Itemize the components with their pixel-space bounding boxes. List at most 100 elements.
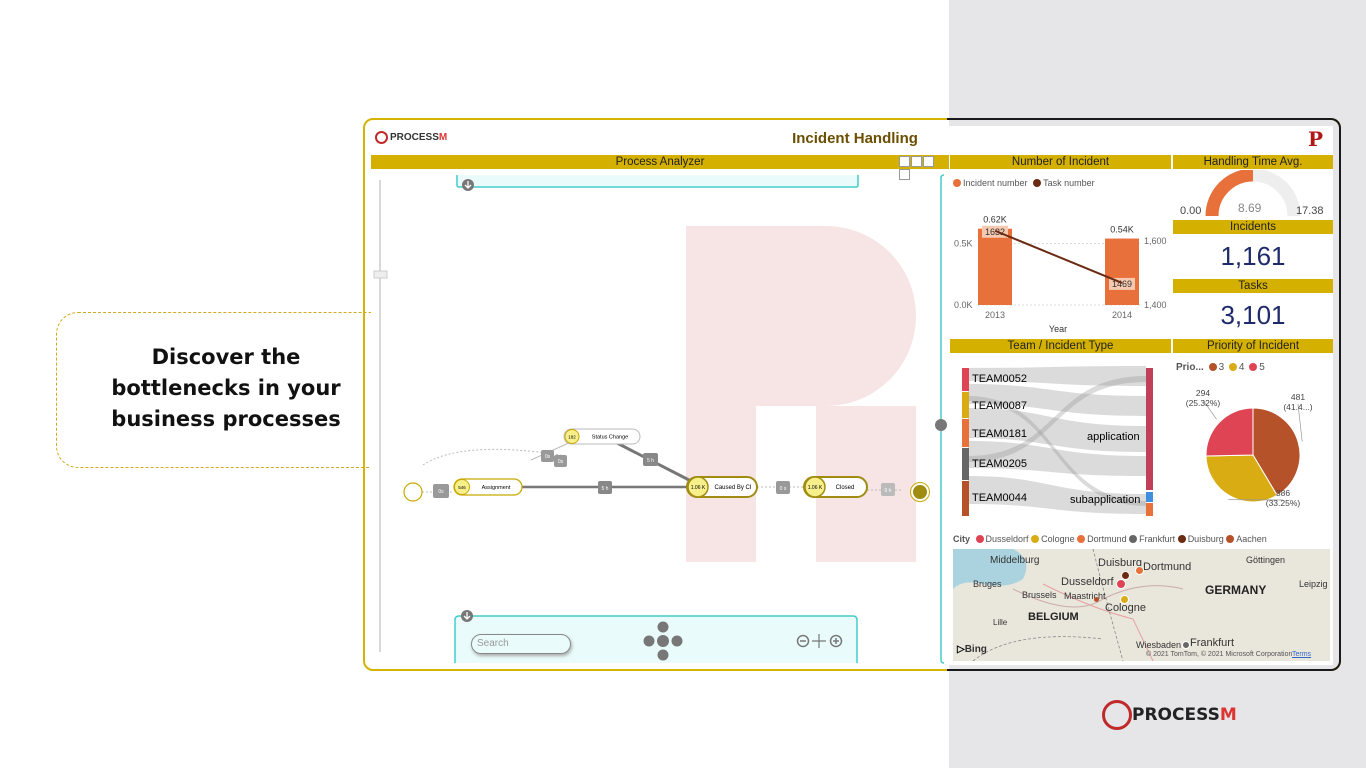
footer-logo-suffix: M <box>1219 705 1237 725</box>
map-label-germany: GERMANY <box>1205 583 1267 597</box>
node-caused-by-ci[interactable]: 1.06 K Caused By CI <box>686 476 758 498</box>
pin-icon[interactable] <box>911 156 922 167</box>
pan-center-icon[interactable] <box>657 635 669 647</box>
map-label-maastricht: Maastricht <box>1064 591 1106 601</box>
map-label-belgium: BELGIUM <box>1028 611 1079 623</box>
zoom-slider-handle[interactable] <box>373 270 388 279</box>
callout-text: Discover the bottlenecks in your busines… <box>110 342 342 435</box>
dashboard-title: Incident Handling <box>792 130 918 147</box>
task-line <box>994 229 1123 284</box>
svg-text:0 s: 0 s <box>780 486 787 492</box>
footer-logo-circle-icon <box>1102 700 1132 730</box>
map-marker-frankfurt[interactable] <box>1182 641 1190 649</box>
incidents-value: 1,161 <box>1220 241 1286 271</box>
callout-line-1: Discover the <box>151 345 301 369</box>
end-node[interactable] <box>911 483 929 501</box>
team-incident-header: Team / Incident Type <box>950 339 1171 353</box>
bar-label-2013: 0.62K <box>983 215 1007 225</box>
svg-text:0s: 0s <box>558 459 564 465</box>
gauge-max: 17.38 <box>1296 205 1324 217</box>
city-legend-duisburg: Duisburg <box>1187 534 1224 544</box>
pan-left-icon[interactable] <box>643 635 655 647</box>
x-tick-2014: 2014 <box>1112 310 1132 320</box>
svg-text:Caused By CI: Caused By CI <box>714 485 751 491</box>
footer-processm-logo: PROCESSM <box>1102 700 1237 730</box>
priority-legend-title: Prio... <box>1176 362 1204 373</box>
node-assignment[interactable]: 546 Assignment <box>453 478 523 496</box>
node-closed[interactable]: 1.06 K Closed <box>803 476 868 498</box>
incident-chart[interactable]: 0.5K0.0K1,6001,4000.62K163220130.54K1469… <box>950 195 1172 340</box>
type-label-application: application <box>1087 431 1140 443</box>
priority-legend: Prio... 3 4 5 <box>1176 362 1265 373</box>
number-of-incident-header: Number of Incident <box>950 155 1171 169</box>
city-dot-dusseldorf <box>975 535 984 543</box>
city-legend: City Dusseldorf Cologne Dortmund Frankfu… <box>953 534 1267 544</box>
priority-legend-4: 4 <box>1238 362 1245 373</box>
pie-label-4: 386 <box>1276 488 1290 498</box>
focus-mode-icon[interactable] <box>923 156 934 167</box>
priority-pie[interactable]: 481(41.4...) 386(33.25%) 294(25.32%) <box>1173 378 1333 518</box>
logo-circle-icon <box>375 131 388 144</box>
pan-down-icon[interactable] <box>657 649 669 661</box>
city-dot-dortmund <box>1077 535 1086 543</box>
map-label-lille: Lille <box>993 618 1008 627</box>
node-status-change[interactable]: 182 Status Change <box>563 428 641 445</box>
top-panel <box>456 175 859 188</box>
priority-dot-3 <box>1208 363 1217 371</box>
svg-text:0s: 0s <box>438 489 444 495</box>
city-map[interactable]: Middelburg Duisburg Dortmund Göttingen B… <box>953 549 1330 661</box>
right-tick-0: 1,600 <box>1144 236 1167 246</box>
svg-text:1.06 K: 1.06 K <box>691 485 706 491</box>
priority-header: Priority of Incident <box>1173 339 1333 353</box>
incident-chart-legend: Incident number Task number <box>953 178 1095 188</box>
tasks-value: 3,101 <box>1220 300 1286 330</box>
map-copyright: © 2021 TomTom, © 2021 Microsoft Corporat… <box>1146 651 1293 658</box>
bar-2013 <box>978 228 1012 305</box>
map-terms-link[interactable]: Terms <box>1292 651 1311 658</box>
city-legend-aachen: Aachen <box>1236 534 1267 544</box>
map-marker-cologne[interactable] <box>1120 595 1129 604</box>
pan-right-icon[interactable] <box>671 635 683 647</box>
svg-text:Assignment: Assignment <box>482 485 511 491</box>
expand-right-icon[interactable] <box>935 419 947 431</box>
logo-text: PROCESS <box>390 132 439 144</box>
type-label-subapplication: subapplication <box>1070 494 1141 506</box>
legend-task-number: Task number <box>1043 178 1095 188</box>
svg-text:546: 546 <box>458 485 466 490</box>
priority-legend-3: 3 <box>1218 362 1225 373</box>
city-legend-cologne: Cologne <box>1041 534 1075 544</box>
pan-up-icon[interactable] <box>657 621 669 633</box>
priority-dot-4 <box>1228 363 1237 371</box>
filter-icon[interactable] <box>899 156 910 167</box>
map-marker-aachen[interactable] <box>1094 597 1099 602</box>
map-label-frankfurt: Frankfurt <box>1190 637 1235 649</box>
city-dot-aachen <box>1226 535 1235 543</box>
zoom-controls[interactable] <box>796 634 843 648</box>
map-label-dusseldorf: Dusseldorf <box>1061 576 1114 588</box>
left-tick-0: 0.5K <box>954 238 973 248</box>
priority-legend-5: 5 <box>1259 362 1265 373</box>
svg-text:Status Change: Status Change <box>592 435 628 441</box>
legend-dot-task <box>1033 179 1042 187</box>
x-tick-2013: 2013 <box>985 310 1005 320</box>
process-analyzer-header: Process Analyzer <box>371 155 949 169</box>
start-node[interactable] <box>403 482 423 502</box>
pm-badge-icon: P <box>1308 127 1324 151</box>
team-label-0052: TEAM0052 <box>972 373 1028 385</box>
pie-slice-5 <box>1205 407 1254 457</box>
svg-text:1.06 K: 1.06 K <box>808 485 823 491</box>
pie-pct-5: (25.32%) <box>1186 398 1221 408</box>
team-label-0044: TEAM0044 <box>972 492 1028 504</box>
map-label-gottingen: Göttingen <box>1246 555 1286 565</box>
city-legend-dortmund: Dortmund <box>1087 534 1127 544</box>
search-input[interactable]: Search <box>471 634 571 654</box>
process-map[interactable]: 0s 0s 0s 5 h 5 h 0 s 0 h 182 Status Chan… <box>371 170 947 665</box>
pie-label-3: 481 <box>1291 392 1305 402</box>
priority-dot-5 <box>1249 363 1258 371</box>
map-marker-dusseldorf[interactable] <box>1116 579 1126 589</box>
visual-toolbar <box>899 156 945 180</box>
city-dot-cologne <box>1031 535 1040 543</box>
x-axis-title: Year <box>1049 324 1067 334</box>
map-label-bruges: Bruges <box>973 579 1002 589</box>
map-marker-dortmund[interactable] <box>1135 566 1144 575</box>
